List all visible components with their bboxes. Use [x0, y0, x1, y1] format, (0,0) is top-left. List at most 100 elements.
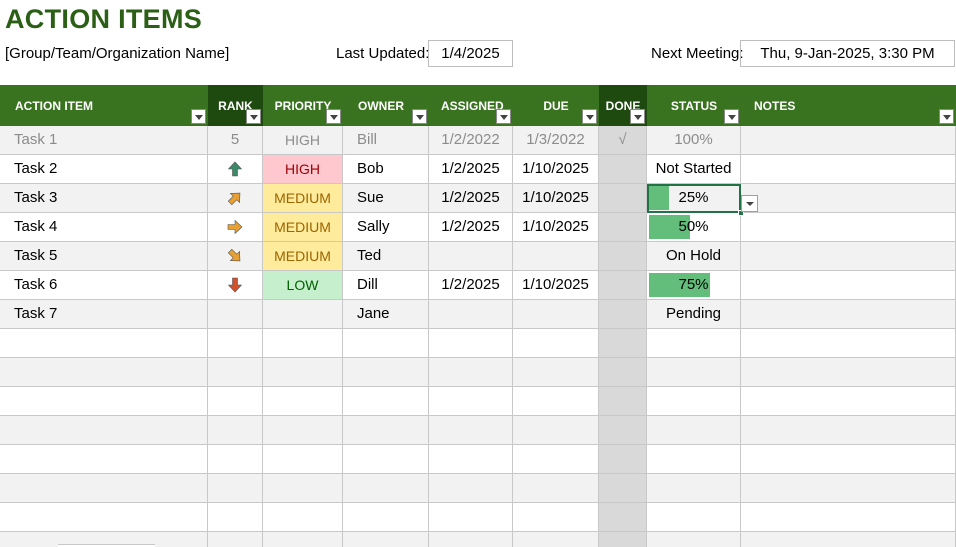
filter-dropdown-status[interactable] [724, 109, 739, 124]
cell-status[interactable] [647, 445, 741, 474]
cell-status[interactable]: Pending [647, 300, 741, 329]
cell-due[interactable] [513, 329, 599, 358]
cell-notes[interactable] [741, 532, 956, 547]
cell-action-item[interactable] [0, 503, 208, 532]
filter-dropdown-done[interactable] [630, 109, 645, 124]
cell-status[interactable]: 50% [647, 213, 741, 242]
cell-priority[interactable] [263, 358, 343, 387]
cell-owner[interactable] [343, 387, 429, 416]
cell-status[interactable] [647, 474, 741, 503]
cell-assigned[interactable] [429, 387, 513, 416]
cell-notes[interactable] [741, 474, 956, 503]
cell-priority[interactable] [263, 416, 343, 445]
cell-priority[interactable]: MEDIUM [263, 213, 343, 242]
cell-done[interactable] [599, 358, 647, 387]
cell-action-item[interactable]: Task 4 [0, 213, 208, 242]
cell-action-item[interactable]: Task 5 [0, 242, 208, 271]
cell-assigned[interactable] [429, 474, 513, 503]
cell-owner[interactable]: Bob [343, 155, 429, 184]
cell-status[interactable]: 75% [647, 271, 741, 300]
cell-due[interactable] [513, 242, 599, 271]
cell-owner[interactable]: Sally [343, 213, 429, 242]
cell-rank[interactable] [208, 387, 263, 416]
cell-owner[interactable] [343, 416, 429, 445]
cell-owner[interactable] [343, 358, 429, 387]
cell-due[interactable] [513, 387, 599, 416]
filter-dropdown-assigned[interactable] [496, 109, 511, 124]
cell-due[interactable]: 1/10/2025 [513, 213, 599, 242]
cell-done[interactable] [599, 532, 647, 547]
cell-rank[interactable] [208, 329, 263, 358]
cell-priority[interactable]: HIGH [263, 155, 343, 184]
cell-notes[interactable] [741, 242, 956, 271]
cell-owner[interactable] [343, 532, 429, 547]
cell-due[interactable] [513, 300, 599, 329]
cell-owner[interactable] [343, 445, 429, 474]
cell-done[interactable] [599, 184, 647, 213]
cell-priority[interactable] [263, 474, 343, 503]
cell-rank[interactable] [208, 503, 263, 532]
cell-status[interactable] [647, 416, 741, 445]
cell-assigned[interactable] [429, 300, 513, 329]
cell-due[interactable]: 1/3/2022 [513, 126, 599, 155]
cell-rank[interactable] [208, 300, 263, 329]
cell-notes[interactable] [741, 503, 956, 532]
cell-rank[interactable] [208, 532, 263, 547]
cell-done[interactable]: √ [599, 126, 647, 155]
cell-assigned[interactable] [429, 503, 513, 532]
cell-owner[interactable]: Sue [343, 184, 429, 213]
cell-notes[interactable] [741, 184, 956, 213]
cell-priority[interactable] [263, 300, 343, 329]
cell-notes[interactable] [741, 445, 956, 474]
cell-owner[interactable] [343, 503, 429, 532]
cell-owner[interactable] [343, 474, 429, 503]
cell-assigned[interactable]: 1/2/2025 [429, 213, 513, 242]
cell-assigned[interactable]: 1/2/2025 [429, 271, 513, 300]
cell-owner[interactable]: Jane [343, 300, 429, 329]
cell-action-item[interactable]: Task 6 [0, 271, 208, 300]
cell-action-item[interactable] [0, 329, 208, 358]
cell-done[interactable] [599, 271, 647, 300]
cell-status[interactable]: On Hold [647, 242, 741, 271]
cell-action-item[interactable]: Task 2 [0, 155, 208, 184]
filter-dropdown-rank[interactable] [246, 109, 261, 124]
filter-dropdown-action-item[interactable] [191, 109, 206, 124]
cell-assigned[interactable] [429, 445, 513, 474]
cell-assigned[interactable] [429, 532, 513, 547]
cell-assigned[interactable]: 1/2/2022 [429, 126, 513, 155]
cell-notes[interactable] [741, 300, 956, 329]
filter-dropdown-owner[interactable] [412, 109, 427, 124]
cell-notes[interactable] [741, 213, 956, 242]
cell-priority[interactable]: LOW [263, 271, 343, 300]
cell-priority[interactable] [263, 503, 343, 532]
cell-action-item[interactable] [0, 445, 208, 474]
group-name[interactable]: [Group/Team/Organization Name] [5, 45, 229, 62]
cell-due[interactable] [513, 474, 599, 503]
cell-rank[interactable] [208, 184, 263, 213]
cell-due[interactable]: 1/10/2025 [513, 271, 599, 300]
cell-owner[interactable]: Ted [343, 242, 429, 271]
cell-action-item[interactable] [0, 387, 208, 416]
cell-priority[interactable] [263, 329, 343, 358]
cell-due[interactable] [513, 532, 599, 547]
cell-status[interactable]: 100% [647, 126, 741, 155]
cell-assigned[interactable] [429, 416, 513, 445]
cell-priority[interactable]: MEDIUM [263, 242, 343, 271]
cell-due[interactable]: 1/10/2025 [513, 155, 599, 184]
cell-done[interactable] [599, 445, 647, 474]
cell-done[interactable] [599, 155, 647, 184]
cell-notes[interactable] [741, 271, 956, 300]
cell-owner[interactable]: Dill [343, 271, 429, 300]
next-meeting-field[interactable]: Thu, 9-Jan-2025, 3:30 PM [740, 40, 955, 67]
cell-rank[interactable] [208, 474, 263, 503]
cell-assigned[interactable] [429, 358, 513, 387]
filter-dropdown-notes[interactable] [939, 109, 954, 124]
cell-rank[interactable] [208, 271, 263, 300]
cell-status[interactable] [647, 358, 741, 387]
cell-rank[interactable]: 5 [208, 126, 263, 155]
cell-done[interactable] [599, 213, 647, 242]
cell-action-item[interactable] [0, 358, 208, 387]
cell-priority[interactable]: HIGH [263, 126, 343, 155]
cell-rank[interactable] [208, 358, 263, 387]
cell-due[interactable]: 1/10/2025 [513, 184, 599, 213]
